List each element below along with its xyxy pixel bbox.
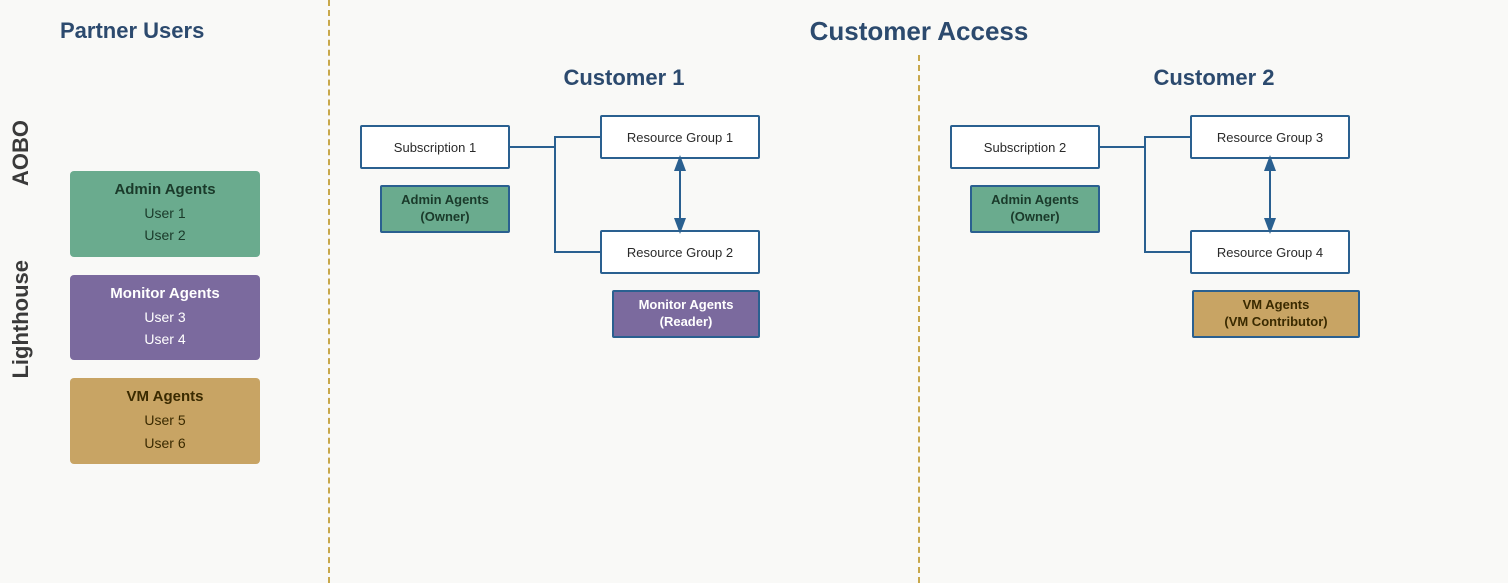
left-panel: Partner Users AOBO Lighthouse Admin Agen… — [0, 0, 330, 583]
subscription2-box: Subscription 2 — [950, 125, 1100, 169]
line-sub1-rg2 — [510, 147, 600, 252]
right-area: Customer Access Customer 1 Subscription … — [330, 0, 1508, 583]
resource-group4-box: Resource Group 4 — [1190, 230, 1350, 274]
monitor-agents-group: Monitor Agents User 3User 4 — [70, 275, 260, 361]
admin-agents-group: Admin Agents User 1User 2 — [70, 171, 260, 257]
subscription1-box: Subscription 1 — [360, 125, 510, 169]
monitor-agents-title: Monitor Agents — [84, 285, 246, 302]
partner-users-title: Partner Users — [60, 18, 204, 44]
lighthouse-label: Lighthouse — [8, 260, 34, 379]
line-sub2-rg3 — [1100, 137, 1190, 147]
line-sub2-rg4 — [1100, 147, 1190, 252]
customer1-monitor-role-box: Monitor Agents(Reader) — [612, 290, 760, 338]
resource-group1-box: Resource Group 1 — [600, 115, 760, 159]
customer-access-title: Customer Access — [330, 0, 1508, 55]
vm-agents-users: User 5User 6 — [84, 409, 246, 454]
customer2-admin-role-box: Admin Agents(Owner) — [970, 185, 1100, 233]
resource-group2-box: Resource Group 2 — [600, 230, 760, 274]
customer1-title: Customer 1 — [330, 55, 918, 91]
customer2-title: Customer 2 — [920, 55, 1508, 91]
vm-agents-title: VM Agents — [84, 388, 246, 405]
admin-agents-title: Admin Agents — [84, 181, 246, 198]
monitor-agents-users: User 3User 4 — [84, 306, 246, 351]
customer2-vm-role-box: VM Agents(VM Contributor) — [1192, 290, 1360, 338]
aobo-label: AOBO — [8, 120, 34, 186]
diagram: Partner Users AOBO Lighthouse Admin Agen… — [0, 0, 1508, 583]
line-sub1-rg1 — [510, 137, 600, 147]
customer1-admin-role-box: Admin Agents(Owner) — [380, 185, 510, 233]
customer2-section: Customer 2 Subscription 2 Admin Agents(O… — [920, 55, 1508, 583]
admin-agents-users: User 1User 2 — [84, 202, 246, 247]
customers-row: Customer 1 Subscription 1 Admin Agents(O… — [330, 55, 1508, 583]
resource-group3-box: Resource Group 3 — [1190, 115, 1350, 159]
vm-agents-group: VM Agents User 5User 6 — [70, 378, 260, 464]
customer1-section: Customer 1 Subscription 1 Admin Agents(O… — [330, 55, 918, 583]
